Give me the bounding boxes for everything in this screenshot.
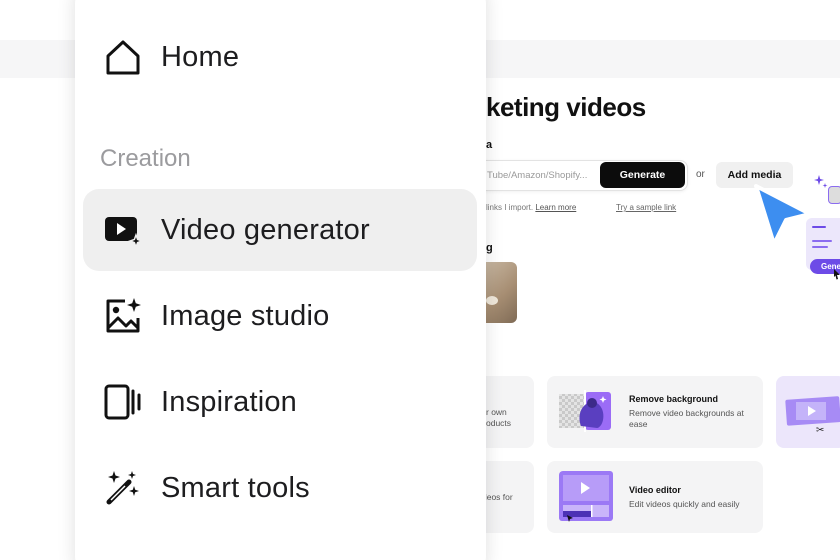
cursor-arrow-icon: [754, 184, 812, 246]
card-partial-line: r own: [486, 407, 507, 417]
menu-item-image-studio[interactable]: Image studio: [83, 275, 477, 357]
menu-item-video-generator[interactable]: Video generator: [83, 189, 477, 271]
tool-card[interactable]: ✂: [776, 376, 840, 448]
video-editor-card[interactable]: Video editor Edit videos quickly and eas…: [547, 461, 763, 533]
section-label-creation: Creation: [100, 145, 191, 172]
video-clip-illustration: ✂: [785, 396, 840, 434]
menu-item-label: Image studio: [161, 299, 330, 332]
pointer-cursor-icon: [834, 269, 840, 280]
card-description: Remove video backgrounds at ease: [629, 408, 744, 429]
import-hint: links I import. Learn more: [486, 203, 576, 212]
menu-item-smart-tools[interactable]: Smart tools: [83, 447, 477, 529]
page-title: keting videos: [486, 92, 646, 122]
card-partial-line: deos for: [482, 492, 513, 502]
avatar: [828, 186, 840, 204]
card-title: Remove background: [629, 394, 719, 404]
inspiration-icon: [104, 384, 141, 420]
remove-background-card[interactable]: Remove background Remove video backgroun…: [547, 376, 763, 448]
learn-more-link[interactable]: Learn more: [535, 203, 576, 212]
svg-text:✂: ✂: [816, 425, 824, 434]
card-title: Video editor: [629, 485, 681, 495]
magic-wand-icon: [106, 471, 139, 505]
card-partial-line: s: [482, 503, 513, 514]
menu-item-label: Inspiration: [161, 385, 297, 418]
sample-thumbnail[interactable]: [484, 262, 517, 323]
section-heading-partial: g: [486, 242, 493, 254]
video-editor-illustration: [559, 471, 613, 522]
sample-link[interactable]: Try a sample link: [616, 203, 676, 212]
menu-item-label: Smart tools: [161, 471, 310, 504]
menu-item-inspiration[interactable]: Inspiration: [83, 361, 477, 443]
import-hint-text: links I import.: [486, 203, 534, 212]
menu-item-label: Video generator: [161, 213, 370, 246]
url-input-placeholder: Tube/Amazon/Shopify...: [487, 170, 588, 181]
card-description: Edit videos quickly and easily: [629, 499, 740, 509]
remove-background-illustration: [559, 390, 611, 432]
menu-item-label: Home: [161, 40, 240, 73]
card-partial-line: oducts: [486, 418, 512, 428]
generate-button[interactable]: Generate: [600, 162, 685, 188]
image-sparkle-icon: [106, 298, 141, 333]
media-label: a: [486, 139, 493, 151]
video-sparkle-icon: [105, 217, 143, 250]
or-separator: or: [696, 169, 705, 180]
home-icon: [106, 40, 140, 75]
navigation-menu: Home Creation Video generator Image stud…: [75, 0, 486, 560]
menu-item-home[interactable]: Home: [83, 16, 477, 98]
